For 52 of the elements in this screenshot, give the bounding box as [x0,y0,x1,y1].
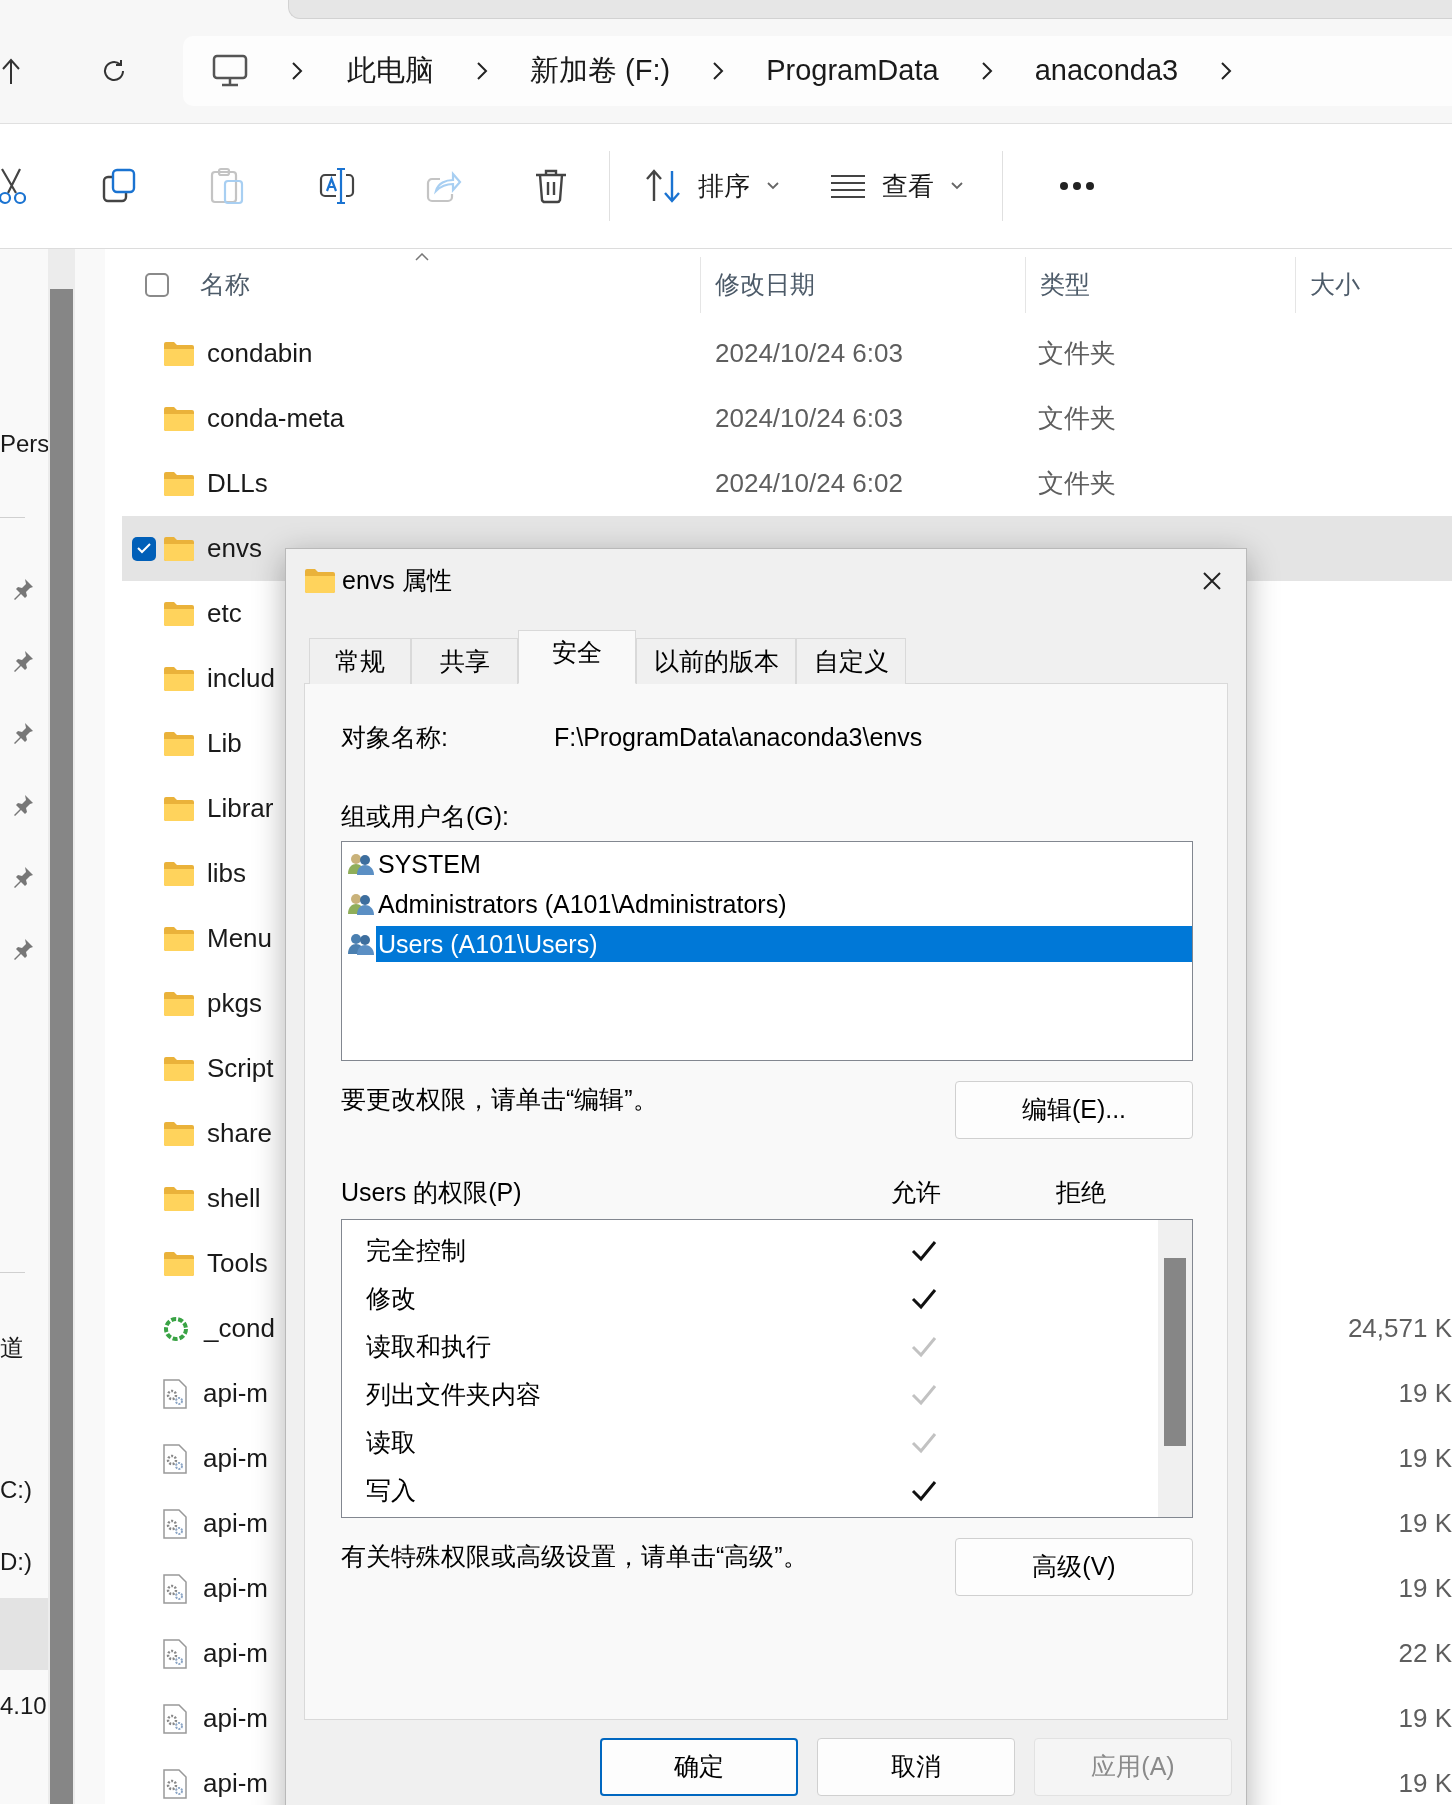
modified-date: 2024/10/24 6:02 [715,468,903,498]
permission-name: 读取和执行 [366,1331,492,1363]
file-name: Menu [207,922,273,955]
permission-name: 读取 [366,1427,417,1459]
file-name: api-m [203,1442,268,1475]
file-name: api-m [203,1572,268,1605]
file-name: conda-meta [207,402,345,435]
file-name: Tools [207,1247,268,1280]
file-name: envs [207,532,262,565]
dialog-title: envs 属性 [342,565,452,597]
file-name: _cond [204,1312,275,1345]
file-size: 22 K [1398,1637,1452,1670]
permission-name: 写入 [366,1475,417,1507]
file-name: pkgs [207,987,262,1020]
column-header: 允许 [891,1177,941,1209]
file-size: 24,571 K [1347,1312,1452,1345]
file-type: 文件夹 [1038,403,1116,433]
file-size: 19 K [1398,1442,1452,1475]
file-name: DLLs [207,467,268,500]
file-name: etc [207,597,242,630]
file-name: includ [207,662,275,695]
file-name: condabin [207,337,313,370]
hint-text: 有关特殊权限或高级设置，请单击“高级”。 [341,1541,808,1571]
hint-text: 要更改权限，请单击“编辑”。 [341,1084,658,1114]
field-label: 组或用户名(G): [341,801,510,831]
file-name: api-m [203,1507,268,1540]
file-name: share [207,1117,273,1150]
column-header: 拒绝 [1056,1177,1106,1209]
file-name: api-m [203,1767,268,1800]
modified-date: 2024/10/24 6:03 [715,338,903,368]
file-size: 19 K [1398,1507,1452,1540]
file-name: libs [207,857,246,890]
file-type: 文件夹 [1038,468,1116,498]
permission-name: 修改 [366,1283,417,1315]
file-type: 文件夹 [1038,338,1116,368]
field-label: Users 的权限(P) [341,1177,523,1209]
file-name: api-m [203,1637,268,1670]
file-name: api-m [203,1702,268,1735]
file-size: 19 K [1398,1767,1452,1800]
file-name: shell [207,1182,261,1215]
object-path: F:\ProgramData\anaconda3\envs [554,722,923,754]
file-name: Librar [207,792,274,825]
file-size: 19 K [1398,1572,1452,1605]
file-size: 19 K [1398,1377,1452,1410]
file-name: Script [207,1052,274,1085]
permission-name: 列出文件夹内容 [366,1379,542,1411]
permission-name: 完全控制 [366,1235,467,1267]
modified-date: 2024/10/24 6:03 [715,403,903,433]
file-name: Lib [207,727,242,760]
file-name: api-m [203,1377,268,1410]
file-size: 19 K [1398,1702,1452,1735]
field-label: 对象名称: [341,722,449,754]
